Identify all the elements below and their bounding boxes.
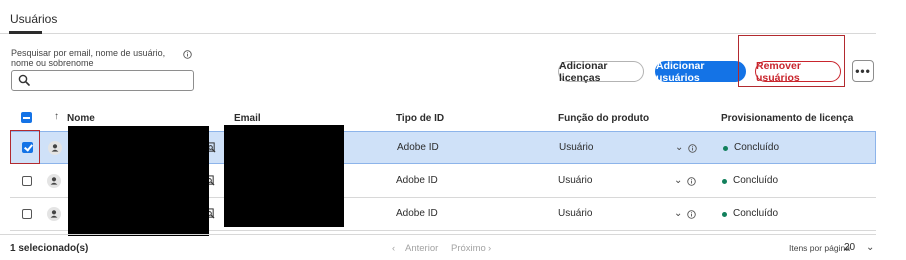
- avatar: [47, 174, 61, 188]
- status-cell: Concluído: [734, 142, 780, 153]
- info-icon[interactable]: [688, 142, 697, 156]
- id-type-cell: Adobe ID: [396, 175, 438, 186]
- highlight-box: [10, 130, 40, 164]
- tab-users[interactable]: Usuários: [10, 12, 57, 26]
- chevron-down-icon[interactable]: ⌄: [675, 142, 683, 153]
- row-checkbox[interactable]: [22, 176, 32, 186]
- info-icon[interactable]: [687, 175, 696, 189]
- redacted-email-block: [224, 125, 344, 227]
- previous-page-button[interactable]: Anterior: [405, 243, 438, 254]
- chevron-down-icon[interactable]: ⌄: [866, 242, 874, 253]
- remove-users-button[interactable]: Remover usuários: [755, 60, 841, 84]
- redacted-name-block: [68, 126, 209, 236]
- product-role-cell: Usuário: [558, 208, 593, 219]
- next-page-button[interactable]: Próximo: [451, 243, 486, 254]
- search-field[interactable]: [11, 70, 194, 91]
- status-success-dot: [722, 212, 727, 217]
- info-icon[interactable]: [687, 208, 696, 222]
- status-cell: Concluído: [733, 175, 779, 186]
- table-footer: 1 selecionado(s) ‹ Anterior Próximo › It…: [0, 234, 876, 260]
- chevron-left-icon: ‹: [392, 243, 396, 254]
- status-success-dot: [723, 146, 728, 151]
- info-icon[interactable]: [183, 48, 192, 62]
- column-header-license-provisioning[interactable]: Provisionamento de licença: [721, 113, 853, 124]
- column-header-id-type[interactable]: Tipo de ID: [396, 113, 444, 124]
- chevron-down-icon[interactable]: ⌄: [674, 208, 682, 219]
- status-cell: Concluído: [733, 208, 779, 219]
- product-role-cell: Usuário: [559, 142, 594, 153]
- active-tab-indicator: [9, 31, 42, 34]
- select-all-checkbox[interactable]: [21, 112, 32, 123]
- search-icon: [18, 74, 30, 89]
- sort-ascending-icon[interactable]: ↑: [54, 111, 59, 122]
- product-role-cell: Usuário: [558, 175, 593, 186]
- id-type-cell: Adobe ID: [397, 142, 439, 153]
- status-success-dot: [722, 179, 727, 184]
- add-users-button[interactable]: Adicionar usuários: [655, 60, 746, 84]
- column-header-product-role[interactable]: Função do produto: [558, 113, 649, 124]
- avatar: [47, 207, 61, 221]
- items-per-page-label: Itens por página: [789, 243, 850, 253]
- column-header-name[interactable]: Nome: [67, 113, 95, 124]
- scrollbar[interactable]: [877, 0, 906, 260]
- chevron-right-icon: ›: [488, 243, 492, 254]
- add-licenses-button[interactable]: Adicionar licenças: [558, 60, 644, 84]
- search-label: Pesquisar por email, nome de usuário, no…: [11, 48, 166, 68]
- more-actions-button[interactable]: •••: [852, 60, 874, 82]
- row-checkbox[interactable]: [22, 209, 32, 219]
- tab-bar: Usuários: [0, 0, 876, 34]
- search-input[interactable]: [34, 72, 189, 89]
- id-type-cell: Adobe ID: [396, 208, 438, 219]
- avatar: [48, 141, 62, 155]
- chevron-down-icon[interactable]: ⌄: [674, 175, 682, 186]
- items-per-page-select[interactable]: 20: [844, 242, 855, 253]
- column-header-email[interactable]: Email: [234, 113, 261, 124]
- selected-count: 1 selecionado(s): [10, 243, 89, 254]
